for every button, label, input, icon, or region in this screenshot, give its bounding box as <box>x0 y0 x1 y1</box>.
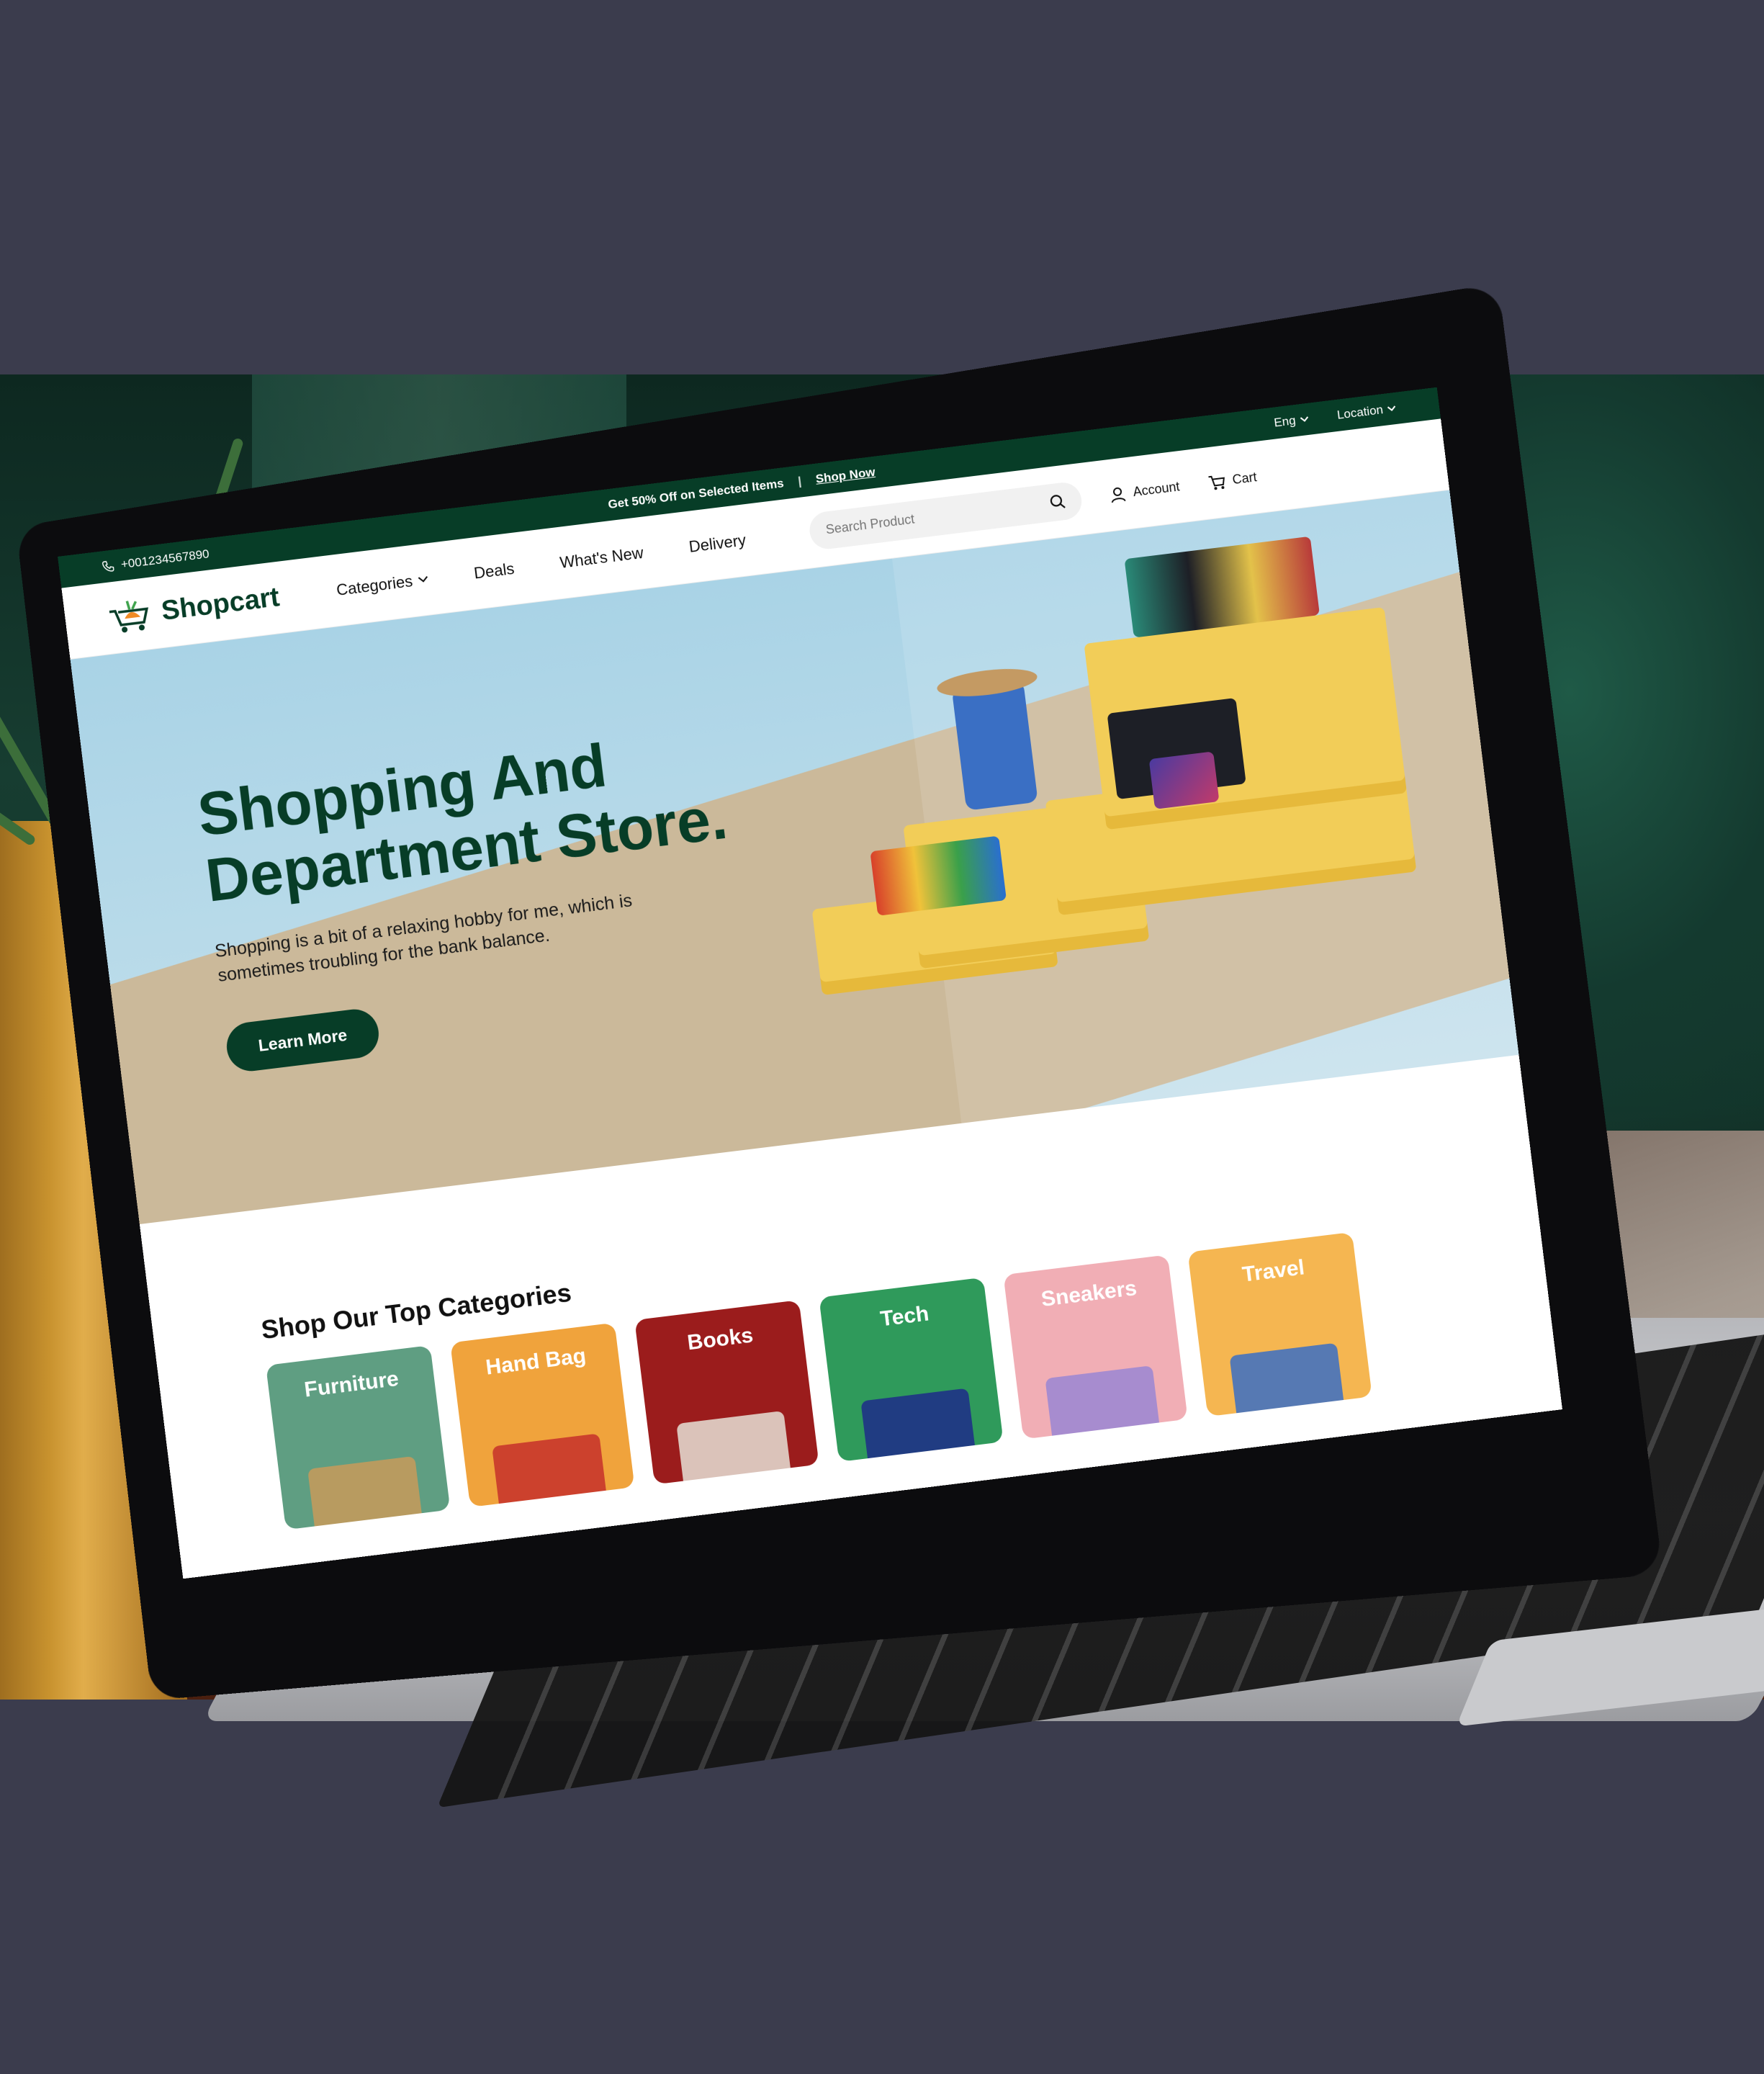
cart-link[interactable]: Cart <box>1207 470 1258 491</box>
category-image <box>676 1411 791 1481</box>
smartphone-image <box>1149 751 1220 809</box>
location-selector[interactable]: Location <box>1336 401 1397 423</box>
search-icon[interactable] <box>1049 493 1067 511</box>
phone-contact[interactable]: +001234567890 <box>102 547 210 574</box>
nav-delivery[interactable]: Delivery <box>688 531 747 556</box>
chevron-down-icon <box>1300 416 1309 423</box>
account-link[interactable]: Account <box>1110 479 1181 503</box>
brand-name: Shopcart <box>160 582 282 627</box>
location-label: Location <box>1336 403 1384 423</box>
phone-number: +001234567890 <box>120 547 210 572</box>
category-card-tech[interactable]: Tech <box>819 1278 1003 1462</box>
shop-now-link[interactable]: Shop Now <box>815 465 876 487</box>
nav-whats-new[interactable]: What's New <box>559 543 644 572</box>
category-label: Furniture <box>268 1363 435 1407</box>
language-selector[interactable]: Eng <box>1273 412 1309 431</box>
brand-logo[interactable]: Shopcart <box>107 581 282 635</box>
nav-categories[interactable]: Categories <box>336 570 430 599</box>
cart-label: Cart <box>1232 470 1258 488</box>
category-image <box>1229 1343 1344 1414</box>
category-image <box>860 1388 975 1458</box>
category-card-furniture[interactable]: Furniture <box>266 1345 450 1530</box>
nav-categories-label: Categories <box>336 572 414 600</box>
account-label: Account <box>1133 479 1181 500</box>
user-icon <box>1110 485 1128 503</box>
category-label: Books <box>636 1317 804 1362</box>
suitcase-image <box>952 681 1038 811</box>
category-image <box>1045 1365 1159 1436</box>
category-image <box>492 1433 606 1504</box>
category-image <box>307 1456 422 1527</box>
cart-icon <box>1207 473 1227 491</box>
category-card-sneakers[interactable]: Sneakers <box>1003 1254 1187 1439</box>
language-label: Eng <box>1273 413 1296 431</box>
category-label: Hand Bag <box>452 1339 619 1384</box>
chevron-down-icon <box>1387 405 1396 412</box>
search-input[interactable] <box>825 495 1051 537</box>
laptop-screen: +001234567890 Get 50% Off on Selected It… <box>58 387 1562 1579</box>
cart-logo-icon <box>107 596 153 634</box>
nav-deals[interactable]: Deals <box>473 559 516 583</box>
user-links: Account Cart <box>1110 470 1258 503</box>
category-label: Travel <box>1189 1249 1356 1294</box>
category-label: Sneakers <box>1005 1272 1172 1316</box>
promo-separator: | <box>797 474 802 488</box>
category-card-hand-bag[interactable]: Hand Bag <box>450 1323 634 1507</box>
phone-icon <box>102 560 114 573</box>
category-label: Tech <box>821 1295 988 1339</box>
chevron-down-icon <box>418 575 428 583</box>
category-card-travel[interactable]: Travel <box>1187 1232 1372 1417</box>
category-card-books[interactable]: Books <box>634 1300 819 1484</box>
